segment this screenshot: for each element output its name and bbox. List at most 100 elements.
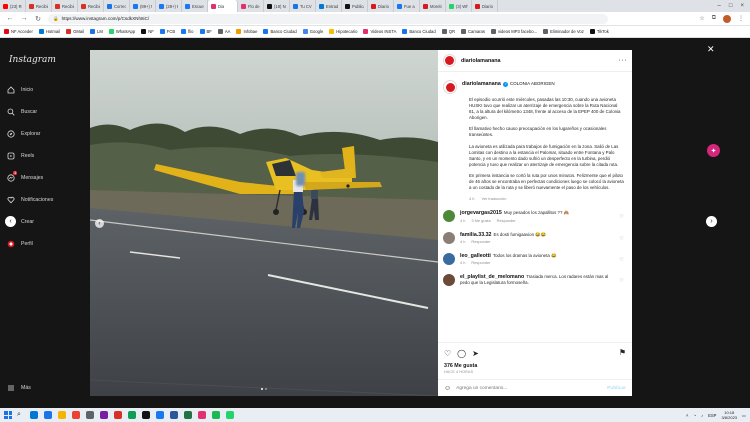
taskbar-app-icon[interactable] [29, 411, 38, 419]
bookmark-item[interactable]: Eliminador de Voz [543, 29, 584, 34]
minimize-icon[interactable]: – [718, 3, 721, 9]
taskbar-app-icon[interactable] [225, 411, 234, 419]
caption-author-avatar[interactable] [443, 80, 457, 94]
tab[interactable]: (18) No [264, 0, 290, 12]
author-avatar[interactable] [443, 54, 456, 67]
comment-like-icon[interactable]: ♡ [620, 214, 624, 220]
tab[interactable]: Entrada [316, 0, 342, 12]
sidebar-item-inicio[interactable]: Inicio [7, 86, 33, 94]
more-options-icon[interactable]: ··· [619, 57, 628, 64]
volume-icon[interactable]: ♪ [701, 413, 703, 418]
share-send-icon[interactable]: ➤ [472, 349, 479, 358]
back-icon[interactable]: ← [6, 15, 14, 22]
post-photo[interactable]: ‹ [90, 50, 438, 396]
taskbar-search-icon[interactable]: ⌕ [17, 411, 21, 419]
sidebar-item-mas[interactable]: Más [7, 384, 31, 392]
menu-icon[interactable]: ⋮ [738, 15, 744, 22]
reply-link[interactable]: Responder [471, 260, 490, 265]
tab-active[interactable]: Dia [208, 0, 238, 12]
sidebar-item-mensajes[interactable]: 1 Mensajes [7, 171, 43, 182]
taskbar-app-icon[interactable] [57, 411, 66, 419]
close-modal-icon[interactable]: ✕ [707, 44, 715, 55]
bookmark-item[interactable]: WhatsApp [108, 29, 135, 34]
tab[interactable]: (3) Whe [446, 0, 472, 12]
bookmark-item[interactable]: GMail [66, 29, 84, 34]
commenter-username[interactable]: el_playlist_de_melomano [460, 274, 524, 280]
bookmark-item[interactable]: NF [141, 29, 154, 34]
caption-username[interactable]: diariolamanana [462, 81, 501, 87]
extensions-icon[interactable]: ⧉ [712, 15, 716, 22]
sidebar-item-notificaciones[interactable]: Notificaciones [7, 196, 53, 204]
commenter-avatar[interactable] [443, 252, 455, 265]
bookmark-item[interactable]: Camaras [460, 29, 485, 34]
taskbar-app-icon[interactable] [141, 411, 150, 419]
network-icon[interactable]: ◔ [693, 413, 696, 418]
bookmark-item[interactable]: LM [90, 29, 103, 34]
taskbar-app-icon[interactable] [183, 411, 192, 419]
bookmark-item[interactable]: AA [217, 29, 230, 34]
tray-chevron-icon[interactable]: ˄ [686, 413, 688, 418]
previous-post-icon[interactable]: ‹ [5, 216, 16, 227]
taskbar-app-icon[interactable] [85, 411, 94, 419]
commenter-username[interactable]: leo_galleotti [460, 253, 491, 259]
tab[interactable]: (89+) N [130, 0, 156, 12]
bookmark-item[interactable]: Banco Ciudad [263, 29, 297, 34]
star-icon[interactable]: ☆ [699, 15, 704, 22]
comment-input[interactable] [456, 386, 603, 391]
comment-like-icon[interactable]: ♡ [620, 236, 624, 242]
taskbar-app-icon[interactable] [169, 411, 178, 419]
commenter-avatar[interactable] [443, 231, 455, 244]
keyboard-language[interactable]: ESP [708, 413, 716, 418]
tab[interactable]: (28+) F [156, 0, 182, 12]
bookmark-item[interactable]: Videos INSTA [363, 29, 396, 34]
notifications-icon[interactable]: ▭ [742, 413, 746, 418]
commenter-username[interactable]: jorgevargas2015 [460, 210, 502, 217]
commenter-avatar[interactable] [443, 273, 455, 286]
tab[interactable]: Recibid [78, 0, 104, 12]
author-username[interactable]: diariolamanana [461, 58, 501, 64]
see-translation-link[interactable]: Ver traducción [482, 196, 507, 201]
bookmark-item[interactable]: flio [181, 29, 194, 34]
bookmark-item[interactable]: Google [302, 29, 323, 34]
close-window-icon[interactable]: × [740, 3, 744, 9]
tab[interactable]: Diario L [472, 0, 498, 12]
carousel-previous-icon[interactable]: ‹ [95, 219, 104, 228]
tab[interactable]: (23) RE [0, 0, 26, 12]
comment-like-icon[interactable]: ♡ [620, 257, 624, 263]
sidebar-item-explorar[interactable]: Explorar [7, 130, 40, 138]
post-comments-scroll[interactable]: diariolamanana ✓ COLONIA ABORIGEN El epi… [438, 72, 632, 342]
commenter-username[interactable]: familia.33.32 [460, 232, 492, 238]
emoji-icon[interactable]: ☺ [444, 385, 451, 392]
commenter-avatar[interactable] [443, 210, 455, 223]
windows-start-icon[interactable] [4, 411, 12, 419]
bookmark-item[interactable]: Hipotecario [329, 29, 357, 34]
sidebar-item-reels[interactable]: Reels [7, 152, 34, 160]
bookmark-item[interactable]: Infobae [236, 29, 257, 34]
reply-link[interactable]: Responder [497, 218, 516, 223]
floating-extension-icon[interactable]: ✦ [707, 144, 720, 157]
instagram-logo[interactable]: Instagram [9, 55, 56, 65]
tab[interactable]: Fue a co [394, 0, 420, 12]
tab[interactable]: Recibid [52, 0, 78, 12]
bookmark-item[interactable]: TikTok [589, 29, 609, 34]
tab[interactable]: Correo [104, 0, 130, 12]
maximize-icon[interactable]: □ [729, 3, 733, 9]
bookmark-item[interactable]: Banco Ciudad [402, 29, 436, 34]
caption-location[interactable]: COLONIA ABORIGEN [510, 81, 555, 86]
taskbar-app-icon[interactable] [71, 411, 80, 419]
bookmark-item[interactable]: Hotmail [38, 29, 60, 34]
reply-link[interactable]: Responder [471, 239, 490, 244]
bookmark-item[interactable]: NF Acceder [4, 29, 33, 34]
comment-like-count[interactable]: 3 Me gusta [471, 218, 490, 223]
sidebar-item-perfil[interactable]: Perfil [7, 240, 33, 248]
tab[interactable]: Diario L [368, 0, 394, 12]
like-heart-icon[interactable]: ♡ [444, 349, 451, 358]
taskbar-app-icon[interactable] [113, 411, 122, 419]
bookmark-icon[interactable]: ⚑ [619, 348, 626, 357]
like-count[interactable]: 376 Me gusta [444, 363, 477, 369]
taskbar-app-icon[interactable] [197, 411, 206, 419]
clock[interactable]: 10:18 3/8/2023 [721, 410, 737, 420]
tab[interactable]: Tu CVU [290, 0, 316, 12]
bookmark-item[interactable]: BF [199, 29, 212, 34]
reload-icon[interactable]: ↻ [34, 15, 42, 23]
